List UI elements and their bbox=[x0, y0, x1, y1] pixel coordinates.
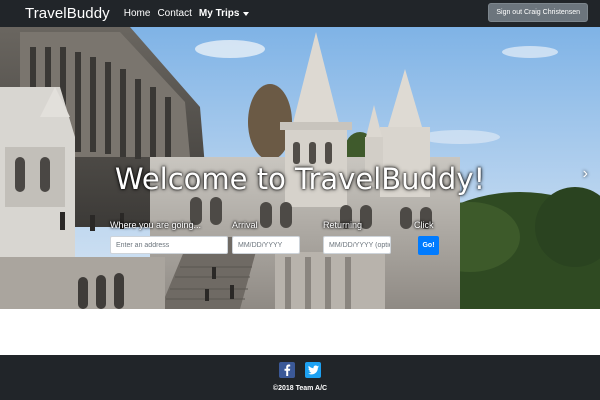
brand-logo[interactable]: TravelBuddy bbox=[25, 5, 110, 22]
top-navbar: TravelBuddy Home Contact My Trips Sign o… bbox=[0, 0, 600, 27]
nav-contact-link[interactable]: Contact bbox=[157, 8, 191, 19]
returning-label: Returning bbox=[323, 220, 363, 230]
facebook-icon[interactable] bbox=[279, 362, 295, 378]
twitter-icon[interactable] bbox=[305, 362, 321, 378]
caret-down-icon bbox=[243, 12, 250, 16]
copyright-text: ©2018 Team A/C bbox=[272, 385, 328, 392]
my-trips-dropdown[interactable]: My Trips bbox=[199, 8, 250, 19]
hero-title: Welcome to TravelBuddy! bbox=[114, 162, 486, 196]
arrival-date-input[interactable] bbox=[232, 236, 300, 254]
sign-out-button[interactable]: Sign out Craig Christensen bbox=[488, 3, 588, 22]
nav-home-link[interactable]: Home bbox=[124, 8, 151, 19]
destination-input[interactable] bbox=[110, 236, 228, 254]
hero-banner: Welcome to TravelBuddy! › Where you are … bbox=[0, 27, 600, 309]
arrival-label: Arrival bbox=[232, 220, 258, 230]
submit-label: Click bbox=[414, 220, 434, 230]
footer: ©2018 Team A/C bbox=[0, 355, 600, 400]
my-trips-label: My Trips bbox=[198, 8, 240, 19]
nav-links: Home Contact My Trips bbox=[124, 8, 250, 19]
destination-label: Where you are going... bbox=[110, 220, 202, 230]
chevron-right-icon[interactable]: › bbox=[583, 165, 588, 183]
returning-date-input[interactable] bbox=[323, 236, 391, 254]
go-button[interactable]: Go! bbox=[418, 236, 439, 255]
